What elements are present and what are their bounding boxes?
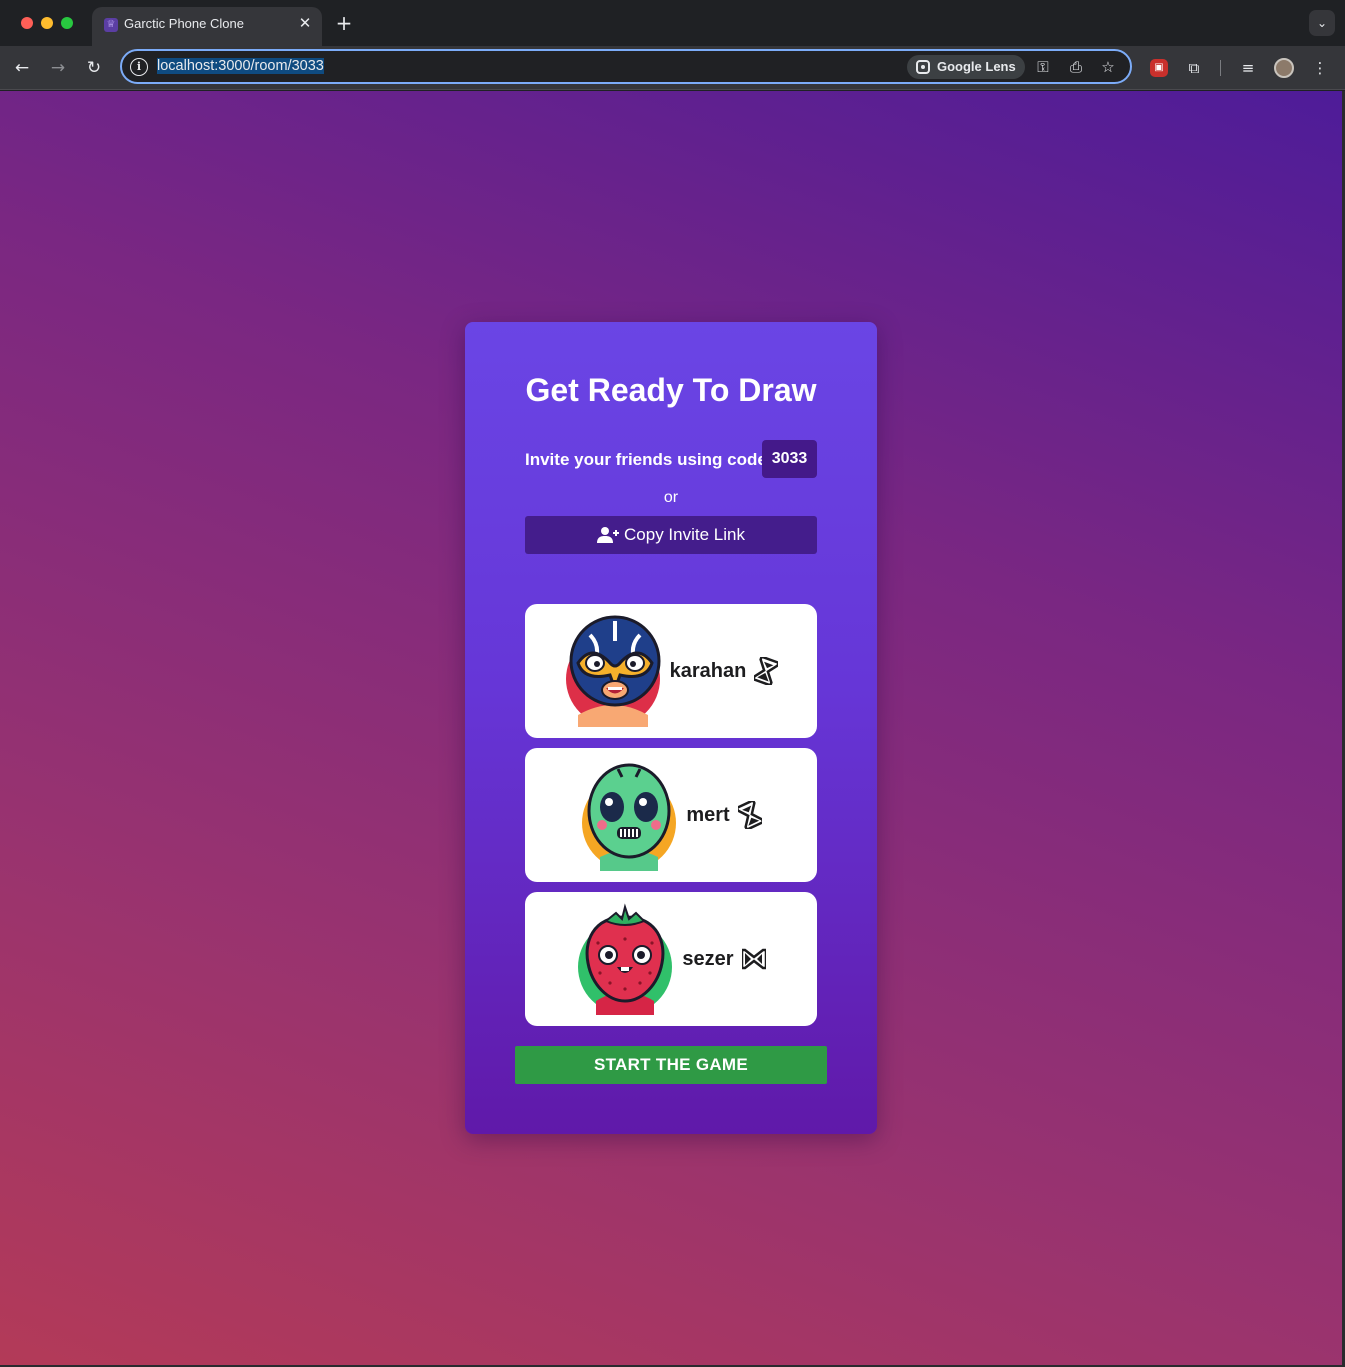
address-bar[interactable]: i localhost:3000/room/3033 Google Lens ⚿… <box>120 49 1132 84</box>
tab-search-button[interactable]: ⌄ <box>1309 10 1335 36</box>
browser-tab[interactable]: ♕ Garctic Phone Clone ✕ <box>92 7 322 46</box>
luchador-mask-avatar <box>565 615 661 727</box>
copy-invite-link-button[interactable]: Copy Invite Link <box>525 516 817 554</box>
favicon-icon: ♕ <box>104 18 118 32</box>
google-lens-button[interactable]: Google Lens <box>907 55 1025 79</box>
tab-title: Garctic Phone Clone <box>124 16 244 31</box>
page-background: Get Ready To Draw Invite your friends us… <box>0 91 1342 1365</box>
toolbar-divider <box>1220 60 1221 76</box>
extension-red-icon[interactable]: ▣ <box>1150 59 1168 77</box>
url-text[interactable]: localhost:3000/room/3033 <box>157 58 324 74</box>
minimize-window-button[interactable] <box>41 17 53 29</box>
close-tab-button[interactable]: ✕ <box>296 14 314 32</box>
site-info-icon[interactable]: i <box>130 58 148 76</box>
or-divider: or <box>663 489 679 506</box>
password-key-icon[interactable]: ⚿ <box>1032 56 1054 78</box>
browser-toolbar: ← → ↻ i localhost:3000/room/3033 Google … <box>0 46 1345 90</box>
hourglass-icon <box>737 801 762 829</box>
room-code-badge: 3033 <box>762 440 817 478</box>
media-control-icon[interactable]: ≡ <box>1236 56 1260 80</box>
invite-label: Invite your friends using code: <box>525 450 773 469</box>
page-title: Get Ready To Draw <box>525 372 817 408</box>
invite-row: Invite your friends using code: 3033 <box>525 440 817 478</box>
copy-invite-link-label: Copy Invite Link <box>624 525 745 544</box>
player-card: mert <box>525 748 817 882</box>
google-lens-label: Google Lens <box>937 59 1016 74</box>
player-card: sezer <box>525 892 817 1026</box>
bookmark-star-icon[interactable]: ☆ <box>1097 56 1119 78</box>
forward-icon[interactable]: → <box>45 55 71 81</box>
browser-tab-bar: ♕ Garctic Phone Clone ✕ + ⌄ <box>0 0 1345 46</box>
hourglass-icon <box>754 657 779 685</box>
lobby-card: Get Ready To Draw Invite your friends us… <box>465 322 877 1134</box>
maximize-window-button[interactable] <box>61 17 73 29</box>
player-name: mert <box>686 803 730 826</box>
player-name: karahan <box>669 659 747 682</box>
back-icon[interactable]: ← <box>9 55 35 81</box>
strawberry-avatar <box>578 903 673 1015</box>
player-card: karahan <box>525 604 817 738</box>
lens-icon <box>916 60 930 74</box>
reload-icon[interactable]: ↻ <box>81 55 107 81</box>
user-plus-icon <box>597 527 620 543</box>
player-name: sezer <box>682 947 734 970</box>
alien-avatar <box>582 763 677 871</box>
hourglass-sideways-icon <box>741 948 766 970</box>
start-game-button[interactable]: START THE GAME <box>515 1046 827 1084</box>
profile-avatar[interactable] <box>1274 58 1294 78</box>
extensions-puzzle-icon[interactable]: ⧉ <box>1182 56 1206 80</box>
more-menu-icon[interactable]: ⋮ <box>1308 56 1332 80</box>
new-tab-button[interactable]: + <box>334 12 354 34</box>
close-window-button[interactable] <box>21 17 33 29</box>
install-app-icon[interactable]: ⎙ <box>1065 56 1087 78</box>
